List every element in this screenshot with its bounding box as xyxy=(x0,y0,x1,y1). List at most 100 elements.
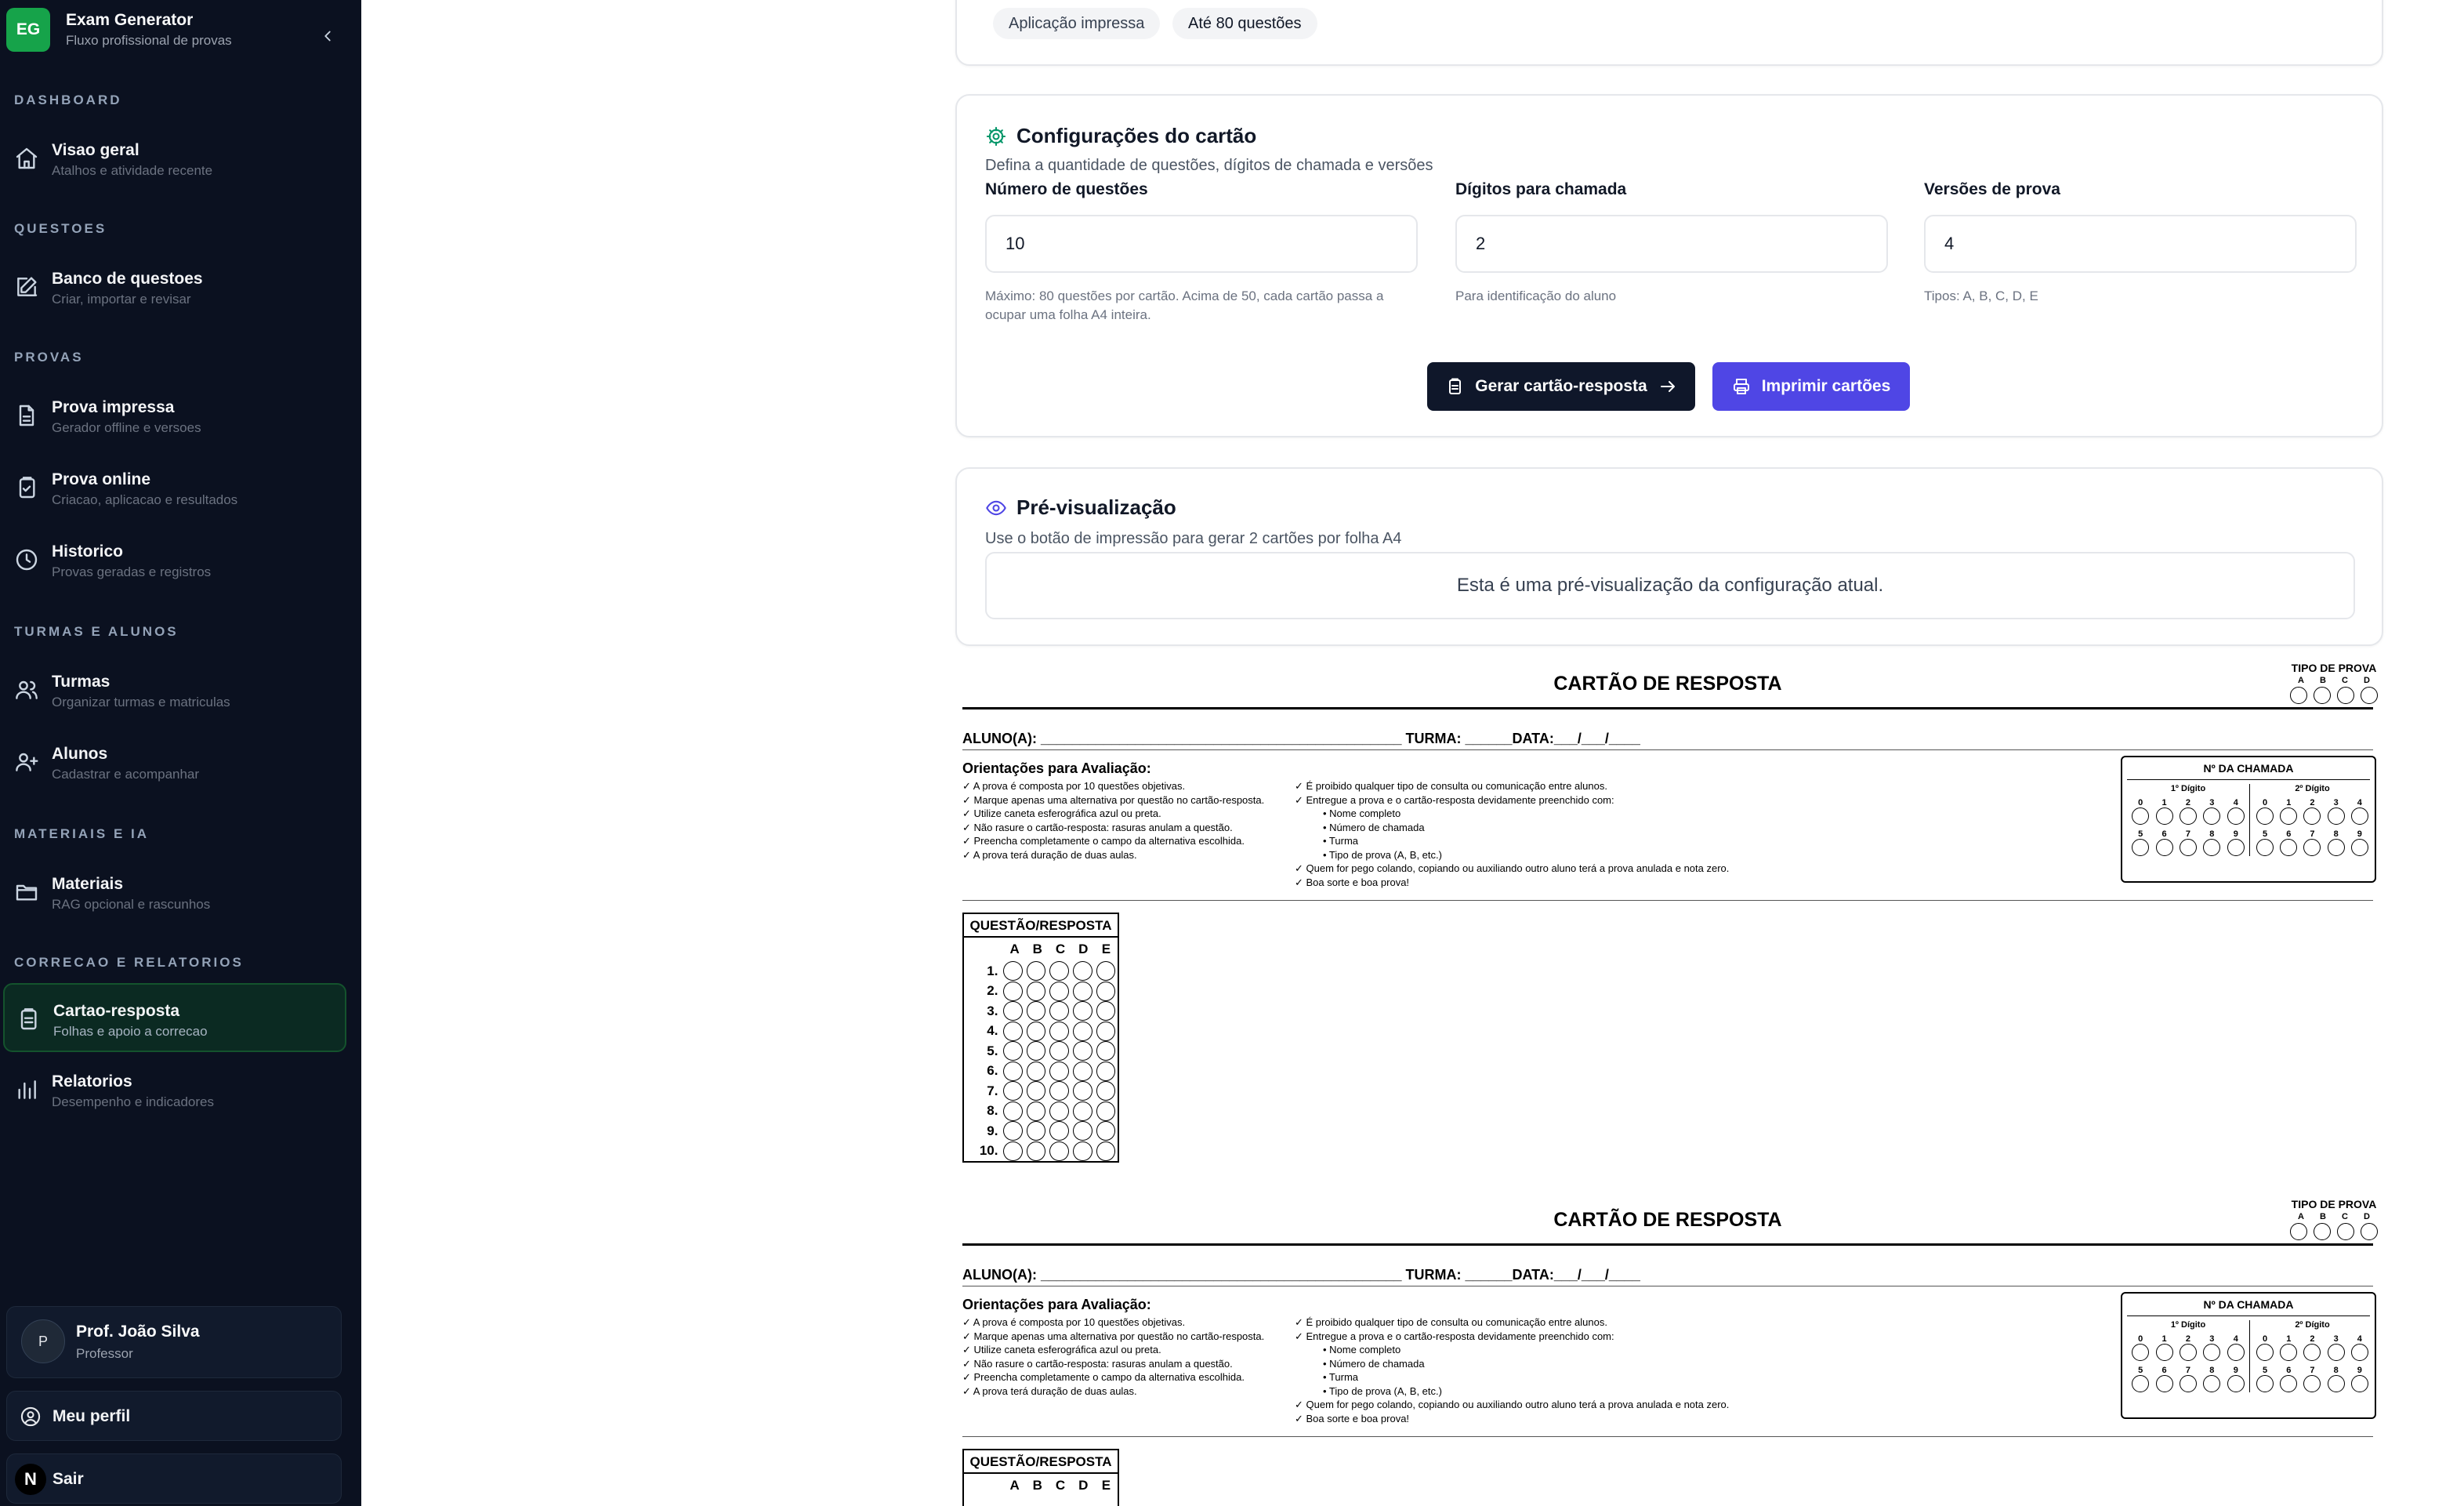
guidelines-left: ✓ A prova é composta por 10 questões obj… xyxy=(962,779,1264,862)
answer-bubble xyxy=(1026,1021,1046,1041)
option-letter: C xyxy=(1055,1478,1066,1493)
answer-bubble xyxy=(1096,1061,1116,1081)
sidebar-item-materiais[interactable]: Materiais RAG opcional e rascunhos xyxy=(3,858,346,927)
guideline-subitem: • Número de chamada xyxy=(1323,1357,1425,1370)
option-letter: A xyxy=(1009,1478,1020,1493)
test-type-bubble xyxy=(2314,1223,2331,1240)
digit-bubble xyxy=(2280,839,2298,856)
call-digits-input[interactable]: 2 xyxy=(1455,215,1888,273)
guideline-item: ✓ Preencha completamente o campo da alte… xyxy=(962,1371,1245,1383)
test-type-letter: D xyxy=(2364,676,2370,685)
digit-label: 1 xyxy=(2161,1334,2167,1344)
digit-bubble xyxy=(2132,807,2150,825)
questions-count-input[interactable]: 10 xyxy=(985,215,1418,273)
sidebar-item-sublabel: RAG opcional e rascunhos xyxy=(52,897,211,912)
digit-label: 1 xyxy=(2286,1334,2292,1344)
answer-bubble xyxy=(1049,961,1070,982)
question-answer-grid: QUESTÃO/RESPOSTA A B C D E xyxy=(962,1449,1119,1506)
digit-column-2: 2º Dígito 0 1 2 3 4 5 6 7 8 9 xyxy=(2249,784,2375,856)
guideline-item: ✓ Boa sorte e boa prova! xyxy=(1295,1412,1410,1424)
call-number-title: Nº DA CHAMADA xyxy=(2203,762,2294,775)
sidebar-item-sublabel: Criacao, aplicacao e resultados xyxy=(52,492,238,507)
sidebar-item-prova-online[interactable]: Prova online Criacao, aplicacao e result… xyxy=(3,453,346,522)
digit-bubble xyxy=(2327,1375,2345,1392)
sidebar-item-label: Turmas xyxy=(52,673,111,691)
digit-label: 6 xyxy=(2286,1366,2292,1375)
config-description: Defina a quantidade de questões, dígitos… xyxy=(985,157,1433,174)
call-digits-label: Dígitos para chamada xyxy=(1455,180,1627,198)
answer-bubble xyxy=(1096,1041,1116,1061)
digit-label: 5 xyxy=(2263,1366,2268,1375)
logout-button[interactable]: N Sair xyxy=(6,1453,342,1504)
sheet-divider xyxy=(962,1436,2373,1437)
digit-column-1: 1º Dígito 0 1 2 3 4 5 6 7 8 9 xyxy=(2125,1320,2251,1392)
digit-label: 0 xyxy=(2263,1334,2268,1344)
test-type-title: TIPO DE PROVA xyxy=(2291,1198,2377,1210)
digit-bubble xyxy=(2280,1344,2298,1361)
question-row: 5. xyxy=(964,1041,1118,1061)
profile-button[interactable]: Meu perfil xyxy=(6,1391,342,1441)
nav-section-materiais-e-ia: MATERIAIS E IA xyxy=(14,826,150,841)
sidebar-item-historico[interactable]: Historico Provas geradas e registros xyxy=(3,525,346,594)
print-cards-button[interactable]: Imprimir cartões xyxy=(1712,362,1910,411)
user-card[interactable]: P Prof. João Silva Professor xyxy=(6,1306,342,1378)
answer-bubble xyxy=(1073,1121,1092,1141)
sidebar-item-label: Visao geral xyxy=(52,141,140,159)
collapse-sidebar-button[interactable] xyxy=(312,20,343,52)
digit-bubble xyxy=(2227,807,2245,825)
sidebar-item-prova-impressa[interactable]: Prova impressa Gerador offline e versoes xyxy=(3,381,346,450)
test-type-bubble xyxy=(2290,1223,2307,1240)
question-row: 1. xyxy=(964,961,1118,982)
sidebar-item-banco-de-questoes[interactable]: Banco de questoes Criar, importar e revi… xyxy=(3,252,346,321)
guideline-item: ✓ É proibido qualquer tipo de consulta o… xyxy=(1295,780,1607,792)
answer-bubble xyxy=(1073,1041,1092,1061)
guideline-item: ✓ Entregue a prova e o cartão-resposta d… xyxy=(1295,793,1614,806)
answer-bubble xyxy=(1073,1061,1092,1081)
answer-bubble xyxy=(1049,1041,1070,1061)
test-type-letter: C xyxy=(2342,676,2348,685)
digit-bubble xyxy=(2350,839,2368,856)
sidebar-item-sublabel: Provas geradas e registros xyxy=(52,564,212,579)
digit-label: 2 xyxy=(2310,1334,2315,1344)
answer-bubble xyxy=(1073,961,1092,982)
digit-bubble xyxy=(2155,839,2173,856)
nav-section-correcao-e-relatorios: CORRECAO E RELATORIOS xyxy=(14,955,244,970)
answer-bubble xyxy=(1049,981,1070,1001)
answer-bubble xyxy=(1073,1021,1092,1041)
question-answer-grid: QUESTÃO/RESPOSTA A B C D E 1. 2. 3. 4. 5. 6. 7… xyxy=(962,913,1119,1163)
sidebar-item-alunos[interactable]: Alunos Cadastrar e acompanhar xyxy=(3,728,346,797)
brand-subtitle: Fluxo profissional de provas xyxy=(66,33,232,48)
user-circle-icon xyxy=(20,1406,42,1428)
answer-bubble xyxy=(1096,1101,1116,1121)
answer-bubble xyxy=(1026,981,1046,1001)
sidebar-item-label: Materiais xyxy=(52,875,124,893)
answer-bubble xyxy=(1049,1101,1070,1121)
answer-bubble xyxy=(1026,1101,1046,1121)
sheet-divider xyxy=(962,707,2373,709)
sidebar-item-relatorios[interactable]: Relatorios Desempenho e indicadores xyxy=(3,1055,346,1124)
question-number: 1. xyxy=(987,963,998,978)
test-versions-input[interactable]: 4 xyxy=(1924,215,2357,273)
edit-icon xyxy=(14,274,39,299)
test-versions-label: Versões de prova xyxy=(1924,180,2060,198)
sidebar-item-cartao-resposta[interactable]: Cartao-resposta Folhas e apoio a correca… xyxy=(3,983,346,1052)
brand[interactable]: EG Exam Generator Fluxo profissional de … xyxy=(6,6,351,53)
digit-label: 2 xyxy=(2185,1334,2191,1344)
config-card: Configurações do cartão Defina a quantid… xyxy=(955,94,2383,437)
digit-label: 9 xyxy=(2233,1366,2238,1375)
answer-bubble xyxy=(1049,1001,1070,1022)
digit-label: 5 xyxy=(2138,829,2143,839)
chip-print-application: Aplicação impressa xyxy=(993,8,1161,39)
sidebar-item-turmas[interactable]: Turmas Organizar turmas e matriculas xyxy=(3,655,346,724)
test-type-letter: A xyxy=(2298,676,2304,685)
generate-answer-sheet-button[interactable]: Gerar cartão-resposta xyxy=(1427,362,1695,411)
sidebar-item-visao-geral[interactable]: Visao geral Atalhos e atividade recente xyxy=(3,124,346,193)
guideline-item: ✓ Não rasure o cartão-resposta: rasuras … xyxy=(962,821,1233,833)
bar-chart-icon xyxy=(14,1077,39,1102)
answer-bubble xyxy=(1026,961,1046,982)
sidebar-item-sublabel: Criar, importar e revisar xyxy=(52,292,191,307)
answer-sheet-2: CARTÃO DE RESPOSTA TIPO DE PROVA A B C D… xyxy=(962,1187,2378,1506)
digit-bubble xyxy=(2327,807,2345,825)
question-row: 8. xyxy=(964,1101,1118,1122)
answer-bubble xyxy=(1026,1001,1046,1022)
